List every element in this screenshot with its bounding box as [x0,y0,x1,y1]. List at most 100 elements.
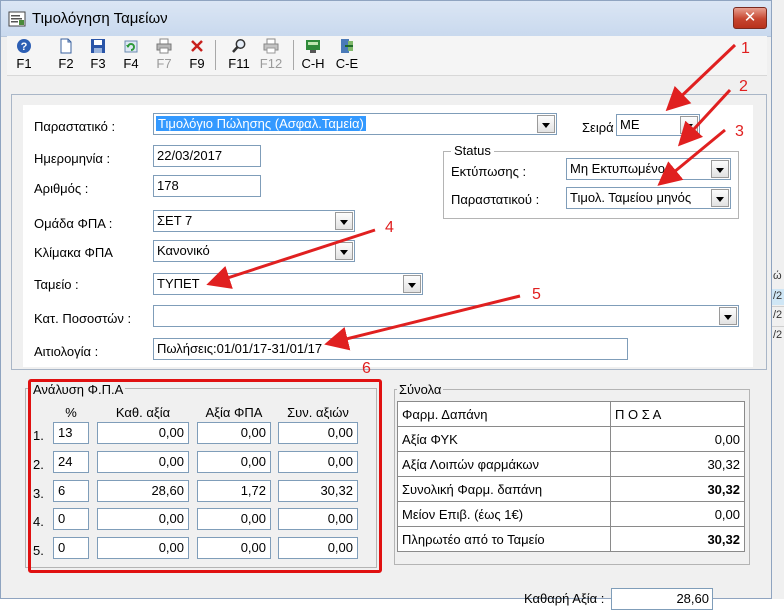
toolbar-label: C-H [301,56,325,71]
annotation-number-3: 3 [735,123,744,140]
toolbar-button-f3[interactable]: F3 [84,36,112,74]
table-row: Μείον Επιβ. (έως 1€) 0,00 [397,501,745,527]
chevron-down-icon[interactable] [403,275,421,293]
totals-row-value: 30,32 [610,451,745,477]
chevron-down-icon[interactable] [711,160,729,178]
exit-icon [341,39,353,53]
toolbar-button-f12[interactable]: F12 [257,36,285,74]
svg-text:?: ? [21,41,28,53]
printing-status-label: Εκτύπωσης : [451,164,527,179]
totals-row-value: 30,32 [610,526,745,552]
totals-row-label: Αξία Λοιπών φαρμάκων [397,451,611,477]
close-icon: ✕ [743,9,757,26]
table-row: Αξία ΦΥΚ 0,00 [397,426,745,452]
document-status-value: Τιμολ. Ταμείου μηνός [570,190,692,205]
chevron-down-icon[interactable] [711,189,729,207]
fund-label: Ταμείο : [34,277,79,292]
printing-status-value: Μη Εκτυπωμένο [570,161,666,176]
chevron-down-icon[interactable] [719,307,737,325]
background-row-line [772,326,784,327]
fund-value: ΤΥΠΕΤ [157,276,200,291]
close-button[interactable]: ✕ [733,7,767,29]
fund-combo[interactable]: ΤΥΠΕΤ [153,273,423,295]
totals-header-label: Φαρμ. Δαπάνη [397,401,611,427]
chevron-down-icon[interactable] [335,212,353,230]
totals-title: Σύνολα [397,382,444,397]
toolbar-button-c-h[interactable]: C-H [299,36,327,74]
toolbar-label: F7 [156,56,172,71]
title-bar[interactable]: Τιμολόγηση Ταμείων ✕ [1,1,771,37]
totals-row-value: 30,32 [610,476,745,502]
annotation-number-4: 4 [385,219,394,236]
totals-row-label: Συνολική Φαρμ. δαπάνη [397,476,611,502]
vat-scale-combo[interactable]: Κανονικό [153,240,355,262]
toolbar-label: F2 [58,56,74,71]
background-text: /2 [773,290,783,302]
toolbar-label: F9 [189,56,205,71]
reason-field[interactable]: Πωλήσεις:01/01/17-31/01/17 [153,338,628,360]
help-icon: ? [17,39,31,53]
print-preview-icon [263,38,279,54]
number-field[interactable]: 178 [153,175,261,197]
table-row: Αξία Λοιπών φαρμάκων 30,32 [397,451,745,477]
status-title: Status [451,143,494,158]
annotation-highlight-box [28,379,382,573]
chevron-down-icon[interactable] [680,116,698,134]
refresh-icon [124,40,138,53]
toolbar-label: F3 [90,56,106,71]
totals-header-value: Π Ο Σ Α [610,401,745,427]
vat-scale-label: Κλίμακα ΦΠΑ [34,245,113,260]
number-label: Αριθμός : [34,181,89,196]
toolbar-button-f2[interactable]: F2 [52,36,80,74]
totals-row-label: Αξία ΦΥΚ [397,426,611,452]
calculator-icon [306,40,320,53]
totals-row-label: Πληρωτέο από το Ταμείο [397,526,611,552]
invoice-window: Τιμολόγηση Ταμείων ✕ ? F1 F2 F3 F4 F7 F9… [0,0,772,610]
toolbar-label: C-E [335,56,359,71]
toolbar-button-f11[interactable]: F11 [225,36,253,74]
document-status-combo[interactable]: Τιμολ. Ταμείου μηνός [566,187,731,209]
new-document-icon [60,38,72,54]
background-window: ώ /2 /2 /2 [772,0,784,599]
annotation-number-6: 6 [362,360,371,377]
percent-category-combo[interactable] [153,305,739,327]
background-text: ώ [773,270,782,282]
background-row-line [772,306,784,307]
series-combo[interactable]: ΜΕ [616,114,700,136]
window-title: Τιμολόγηση Ταμείων [32,10,168,27]
toolbar-button-f7[interactable]: F7 [150,36,178,74]
date-field[interactable]: 22/03/2017 [153,145,261,167]
vat-group-value: ΣΕΤ 7 [157,213,193,228]
vat-group-combo[interactable]: ΣΕΤ 7 [153,210,355,232]
toolbar-button-f1[interactable]: ? F1 [10,36,38,74]
chevron-down-icon[interactable] [537,115,555,133]
document-combo[interactable]: Τιμολόγιο Πώλησης (Ασφαλ.Ταμεία) [153,113,557,135]
toolbar-label: F4 [123,56,139,71]
series-value: ΜΕ [620,117,640,132]
background-text: /2 [773,309,783,321]
toolbar-button-f9[interactable]: F9 [183,36,211,74]
toolbar-label: F12 [259,56,283,71]
net-value-field[interactable]: 28,60 [611,588,713,610]
save-icon [91,39,105,53]
toolbar-button-f4[interactable]: F4 [117,36,145,74]
totals-header-row: Φαρμ. Δαπάνη Π Ο Σ Α [397,401,745,427]
toolbar-label: F1 [16,56,32,71]
chevron-down-icon[interactable] [335,242,353,260]
delete-icon [191,40,203,52]
toolbar-separator [215,40,216,70]
totals-row-value: 0,00 [610,426,745,452]
toolbar-button-c-e[interactable]: C-E [333,36,361,74]
document-label: Παραστατικό : [34,119,116,134]
toolbar: ? F1 F2 F3 F4 F7 F9 F11 F12 C-H C-E [7,36,767,76]
background-text: /2 [773,329,783,341]
document-value: Τιμολόγιο Πώλησης (Ασφαλ.Ταμεία) [156,116,366,131]
vat-group-label: Ομάδα ΦΠΑ : [34,216,113,231]
annotation-number-1: 1 [741,40,750,57]
document-status-label: Παραστατικού : [451,192,540,207]
vat-scale-value: Κανονικό [157,243,210,258]
totals-table: Φαρμ. Δαπάνη Π Ο Σ Α Αξία ΦΥΚ 0,00 Αξία … [397,401,745,552]
print-icon [156,38,172,54]
printing-status-combo[interactable]: Μη Εκτυπωμένο [566,158,731,180]
totals-row-value: 0,00 [610,501,745,527]
